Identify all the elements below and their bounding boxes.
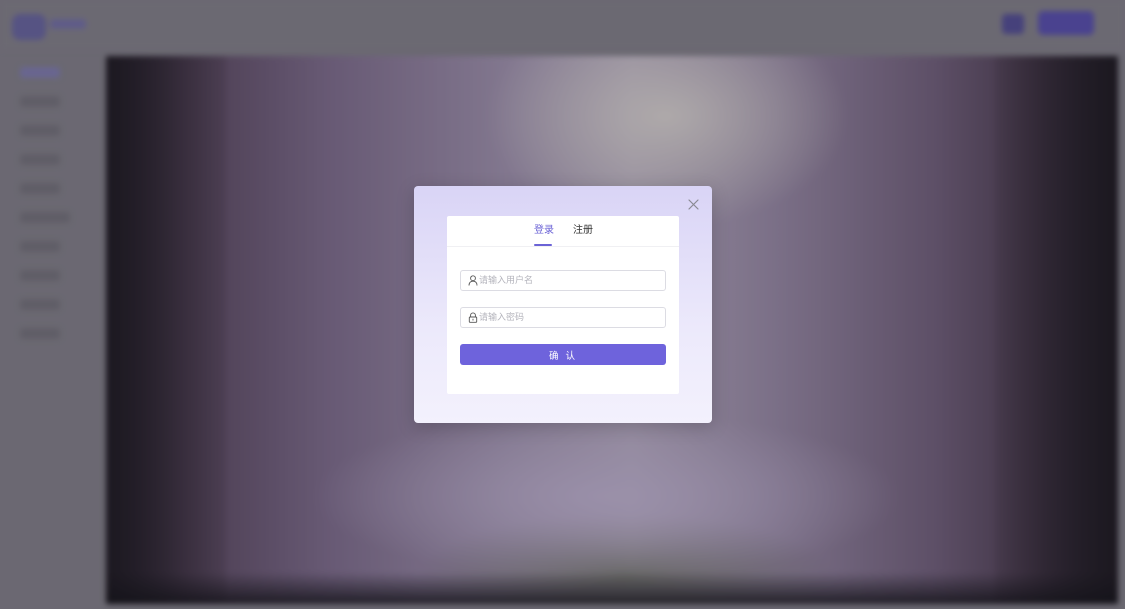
lock-icon [468,312,478,323]
active-tab-indicator [534,244,552,246]
password-field [460,307,666,328]
confirm-button[interactable]: 确 认 [460,344,666,365]
close-button[interactable] [686,197,700,211]
password-input[interactable] [479,308,659,327]
tab-login[interactable]: 登录 [534,225,554,237]
login-modal: 登录 注册 确 认 [414,186,712,423]
auth-tabs: 登录 注册 [447,216,679,247]
login-card: 登录 注册 确 认 [447,216,679,394]
close-icon [687,198,699,210]
username-field [460,270,666,291]
username-input[interactable] [479,271,659,290]
tab-register[interactable]: 注册 [573,225,593,237]
user-icon [468,275,478,286]
page: 登录 注册 确 认 [0,0,1125,609]
